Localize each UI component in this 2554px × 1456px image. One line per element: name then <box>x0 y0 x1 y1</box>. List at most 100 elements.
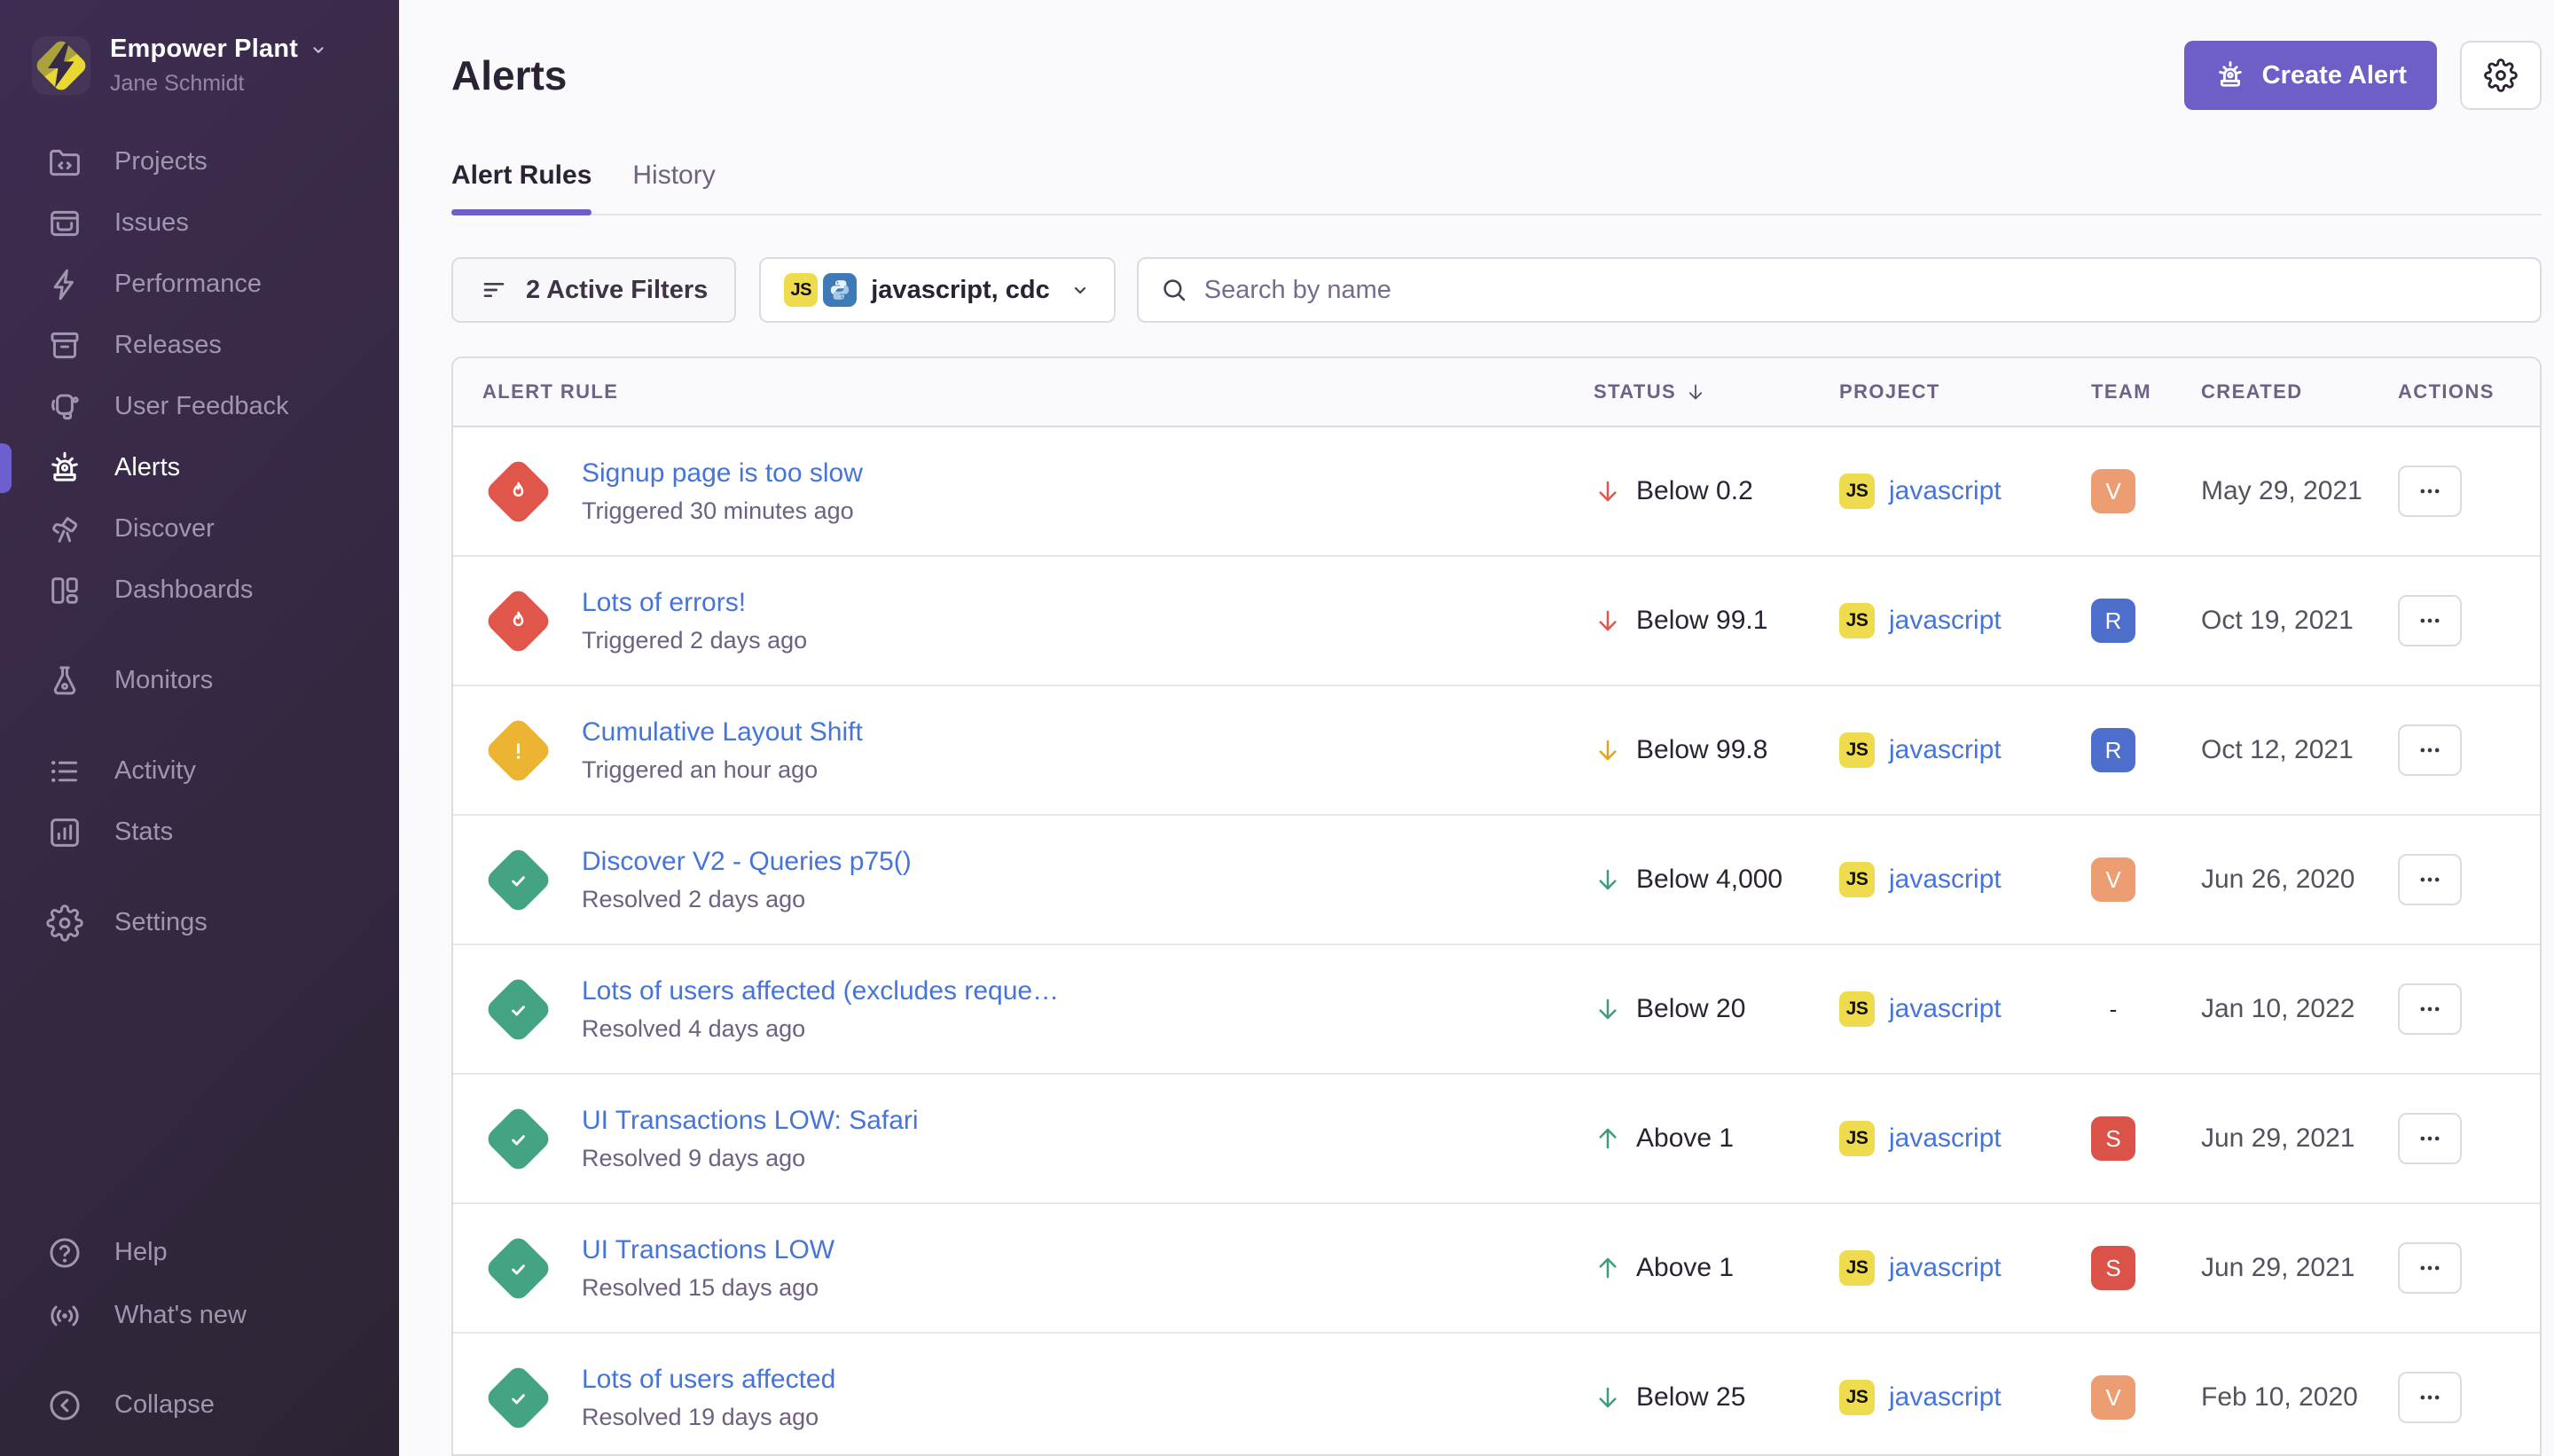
filter-bar: 2 Active Filters JS javascript, cdc <box>451 257 2542 323</box>
create-alert-label: Create Alert <box>2262 61 2407 90</box>
sidebar-item-collapse[interactable]: Collapse <box>0 1374 399 1436</box>
row-actions-button[interactable] <box>2398 1242 2462 1294</box>
alert-rule-link[interactable]: UI Transactions LOW: Safari <box>582 1106 919 1136</box>
tab-alert-rules[interactable]: Alert Rules <box>451 160 591 214</box>
sidebar-item-label: Discover <box>114 514 215 544</box>
row-actions-button[interactable] <box>2398 1372 2462 1423</box>
row-actions-button[interactable] <box>2398 724 2462 776</box>
column-header-project: Project <box>1839 380 2091 403</box>
list-icon <box>46 753 83 790</box>
tab-history[interactable]: History <box>632 160 715 214</box>
sidebar-item-label: User Feedback <box>114 392 289 421</box>
alert-rule-link[interactable]: Lots of users affected (excludes reque… <box>582 976 1059 1006</box>
alert-severity-icon <box>482 974 553 1045</box>
alert-settings-button[interactable] <box>2460 41 2542 110</box>
sidebar-item-stats[interactable]: Stats <box>0 802 399 863</box>
alert-rule-link[interactable]: Lots of users affected <box>582 1365 835 1395</box>
sidebar-item-user-feedback[interactable]: User Feedback <box>0 376 399 437</box>
ellipsis-icon <box>2417 738 2442 763</box>
ellipsis-icon <box>2417 608 2442 633</box>
sidebar-item-label: Projects <box>114 147 208 176</box>
project-link[interactable]: javascript <box>1889 994 2002 1024</box>
created-date: Jun 26, 2020 <box>2201 865 2398 895</box>
javascript-badge-icon: JS <box>1839 862 1875 897</box>
table-header: Alert Rule Status Project Team Created A… <box>453 358 2540 427</box>
alert-rules-table: Alert Rule Status Project Team Created A… <box>451 356 2542 1456</box>
stack-icon <box>46 205 83 242</box>
sidebar-item-label: What's new <box>114 1301 247 1330</box>
ellipsis-icon <box>2417 1385 2442 1410</box>
alert-rule-link[interactable]: UI Transactions LOW <box>582 1235 834 1265</box>
threshold-arrow-icon <box>1594 477 1622 505</box>
alert-rule-link[interactable]: Signup page is too slow <box>582 458 863 489</box>
alert-rule-note: Resolved 9 days ago <box>582 1145 919 1172</box>
table-row: Cumulative Layout Shift Triggered an hou… <box>453 686 2540 816</box>
project-link[interactable]: javascript <box>1889 1253 2002 1283</box>
created-date: Oct 12, 2021 <box>2201 735 2398 765</box>
chevron-down-icon <box>309 40 328 59</box>
team-avatar: R <box>2091 599 2135 643</box>
sidebar-item-releases[interactable]: Releases <box>0 315 399 376</box>
alert-rule-note: Triggered 30 minutes ago <box>582 497 863 525</box>
active-filters-button[interactable]: 2 Active Filters <box>451 257 736 323</box>
row-actions-button[interactable] <box>2398 466 2462 517</box>
created-date: May 29, 2021 <box>2201 476 2398 506</box>
javascript-badge-icon: JS <box>1839 1380 1875 1415</box>
active-filters-label: 2 Active Filters <box>526 276 708 305</box>
sidebar-item-whats-new[interactable]: What's new <box>0 1284 399 1347</box>
project-link[interactable]: javascript <box>1889 1123 2002 1154</box>
project-link[interactable]: javascript <box>1889 476 2002 506</box>
alert-rule-link[interactable]: Discover V2 - Queries p75() <box>582 847 912 877</box>
support-icon <box>46 388 83 426</box>
sidebar-item-discover[interactable]: Discover <box>0 498 399 560</box>
status-value: Below 20 <box>1636 994 1745 1024</box>
org-switcher[interactable]: Empower Plant Jane Schmidt <box>0 35 399 96</box>
team-avatar: V <box>2091 469 2135 513</box>
sidebar-item-settings[interactable]: Settings <box>0 892 399 953</box>
alert-rule-link[interactable]: Lots of errors! <box>582 588 807 618</box>
create-alert-button[interactable]: Create Alert <box>2184 41 2437 110</box>
created-date: Oct 19, 2021 <box>2201 606 2398 636</box>
alert-rule-note: Triggered 2 days ago <box>582 627 807 654</box>
sidebar-item-label: Collapse <box>114 1390 215 1420</box>
alert-rule-note: Resolved 15 days ago <box>582 1274 834 1302</box>
sidebar-item-alerts[interactable]: Alerts <box>0 437 399 498</box>
row-actions-button[interactable] <box>2398 595 2462 646</box>
chevron-down-icon <box>1069 279 1091 301</box>
threshold-arrow-icon <box>1594 865 1622 894</box>
javascript-badge-icon: JS <box>1839 603 1875 638</box>
bar-chart-icon <box>46 814 83 851</box>
sidebar-item-label: Performance <box>114 270 262 299</box>
row-actions-button[interactable] <box>2398 854 2462 905</box>
sidebar-item-projects[interactable]: Projects <box>0 131 399 192</box>
column-header-status[interactable]: Status <box>1594 380 1839 403</box>
row-actions-button[interactable] <box>2398 983 2462 1035</box>
alert-rule-link[interactable]: Cumulative Layout Shift <box>582 717 863 748</box>
sidebar-item-monitors[interactable]: Monitors <box>0 650 399 711</box>
project-link[interactable]: javascript <box>1889 1382 2002 1413</box>
sidebar-item-performance[interactable]: Performance <box>0 254 399 315</box>
flame-icon <box>504 607 532 635</box>
row-actions-button[interactable] <box>2398 1113 2462 1164</box>
project-link[interactable]: javascript <box>1889 865 2002 895</box>
sidebar-item-dashboards[interactable]: Dashboards <box>0 560 399 621</box>
sidebar-item-label: Stats <box>114 818 173 847</box>
project-selector[interactable]: JS javascript, cdc <box>759 257 1116 323</box>
team-avatar: R <box>2091 728 2135 772</box>
project-link[interactable]: javascript <box>1889 735 2002 765</box>
ellipsis-icon <box>2417 997 2442 1022</box>
project-link[interactable]: javascript <box>1889 606 2002 636</box>
alert-rule-note: Resolved 4 days ago <box>582 1015 1059 1043</box>
sidebar-item-help[interactable]: Help <box>0 1221 399 1284</box>
sidebar-item-issues[interactable]: Issues <box>0 192 399 254</box>
sidebar-item-activity[interactable]: Activity <box>0 740 399 802</box>
alert-severity-icon <box>482 585 553 656</box>
project-selector-label: javascript, cdc <box>871 276 1050 305</box>
alert-severity-icon <box>482 1233 553 1303</box>
search-input[interactable] <box>1204 276 2519 305</box>
tab-bar: Alert Rules History <box>451 160 2542 215</box>
created-date: Feb 10, 2020 <box>2201 1382 2398 1413</box>
threshold-arrow-icon <box>1594 995 1622 1023</box>
status-value: Below 0.2 <box>1636 476 1753 506</box>
alert-rule-note: Resolved 19 days ago <box>582 1404 835 1431</box>
